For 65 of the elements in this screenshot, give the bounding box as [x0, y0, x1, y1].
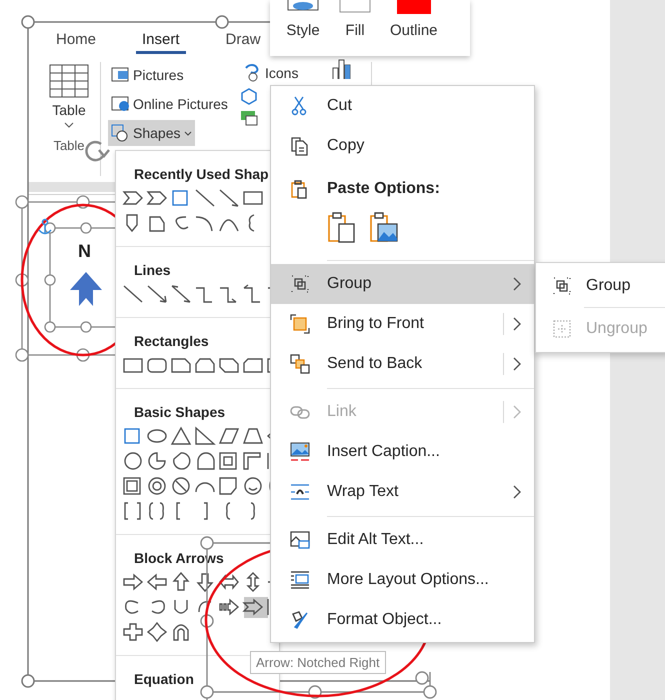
group-icon: [552, 276, 572, 296]
gallery-heading: Rectangles: [133, 332, 210, 351]
anchor-icon: [38, 218, 52, 235]
ribbon-tab[interactable]: Insert: [136, 30, 186, 54]
chart-icon: [331, 58, 352, 80]
layout-icon: [290, 570, 310, 590]
arrow-up-icon: [70, 272, 102, 306]
ribbon-command[interactable]: Pictures: [108, 62, 187, 88]
send-back-icon: [290, 354, 310, 374]
menu-item[interactable]: Insert Caption...: [271, 432, 534, 472]
pictures-icon: [111, 66, 129, 84]
resize-handle[interactable]: [215, 15, 229, 29]
menu-item[interactable]: Bring to Front: [271, 304, 534, 344]
menu-item[interactable]: More Layout Options...: [271, 560, 534, 600]
cube-icon: [240, 87, 258, 105]
ungroup-icon: [552, 319, 572, 339]
menu-item[interactable]: Wrap Text: [271, 472, 534, 512]
menu-item[interactable]: Copy: [271, 126, 534, 166]
menu-item[interactable]: Format Object...: [271, 600, 534, 640]
screenshot-icon: [240, 108, 258, 126]
chevron-icon: [512, 485, 522, 499]
brush-icon: [290, 610, 310, 630]
caret-icon: [184, 130, 192, 136]
tooltip: Arrow: Notched Right: [250, 651, 386, 674]
bring-front-icon: [290, 314, 310, 334]
gallery-heading: Block Arrows: [133, 549, 225, 568]
group-icon: [290, 274, 310, 294]
resize-handle[interactable]: [21, 674, 35, 688]
menu-item[interactable]: Cut: [271, 86, 534, 126]
menu-item[interactable]: Group: [271, 264, 534, 304]
online-pictures-icon: [111, 95, 129, 113]
gallery-heading: Basic Shapes: [133, 403, 226, 422]
wrap-text-icon: [290, 482, 310, 502]
chevron-icon: [512, 317, 522, 331]
chevron-icon: [512, 405, 522, 419]
copy-icon: [290, 136, 310, 156]
group-label: Table: [53, 138, 85, 153]
ribbon-tab[interactable]: Draw: [220, 30, 267, 54]
menu-item[interactable]: Edit Alt Text...: [271, 520, 534, 560]
gallery-heading: Recently Used Shap: [133, 165, 270, 184]
outline-icon: [396, 0, 431, 14]
format-button[interactable]: Style: [286, 0, 320, 56]
alt-text-icon: [290, 530, 310, 550]
north-label: N: [78, 241, 91, 262]
ribbon-tab[interactable]: Home: [50, 30, 102, 54]
ribbon-command[interactable]: Online Pictures: [108, 91, 231, 117]
format-button[interactable]: Outline: [390, 0, 438, 56]
format-button[interactable]: Fill: [338, 0, 372, 56]
table-button[interactable]: Table: [49, 62, 89, 130]
table-grid-icon: [49, 64, 89, 98]
ribbon-command[interactable]: Icons: [240, 62, 302, 84]
gallery-heading: Lines: [133, 261, 172, 280]
menu-heading: Paste Options:: [327, 180, 440, 198]
rotate-handle-icon[interactable]: [85, 140, 110, 162]
gallery-heading: Equation: [133, 670, 195, 689]
chevron-icon: [512, 277, 522, 291]
menu-item[interactable]: Send to Back: [271, 344, 534, 384]
caret-icon: [64, 122, 74, 128]
ribbon-command[interactable]: Shapes: [108, 120, 196, 146]
caption-icon: [290, 442, 310, 462]
shapes-icon: [111, 124, 129, 142]
icons-icon: [243, 64, 261, 82]
resize-handle[interactable]: [21, 15, 35, 29]
submenu-item[interactable]: Group: [536, 265, 665, 307]
chevron-icon: [512, 357, 522, 371]
